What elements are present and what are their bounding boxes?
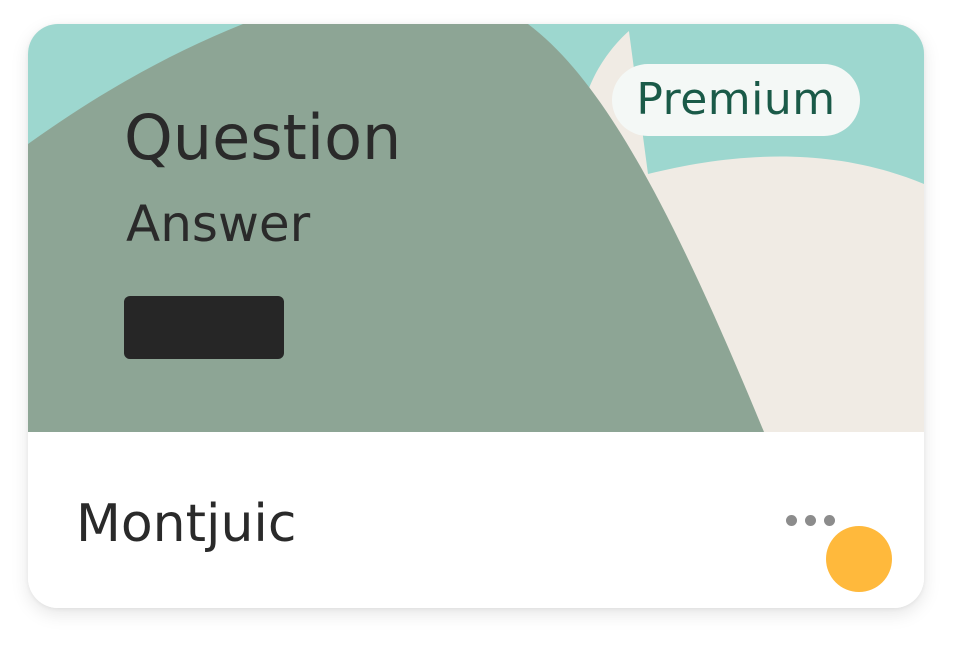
premium-badge: Premium (612, 64, 860, 136)
more-dot-icon (824, 515, 835, 526)
more-dot-icon (786, 515, 797, 526)
status-indicator-icon (826, 526, 892, 592)
card-footer: Montjuic (28, 432, 924, 608)
more-options-button[interactable] (778, 502, 842, 538)
question-text: Question (124, 101, 402, 174)
more-dot-icon (805, 515, 816, 526)
deck-card[interactable]: Premium Question Answer Montjuic (28, 24, 924, 608)
answer-placeholder-block (124, 296, 284, 359)
deck-thumbnail[interactable]: Premium Question Answer (28, 24, 924, 432)
deck-title[interactable]: Montjuic (76, 494, 296, 554)
answer-text: Answer (126, 195, 311, 253)
